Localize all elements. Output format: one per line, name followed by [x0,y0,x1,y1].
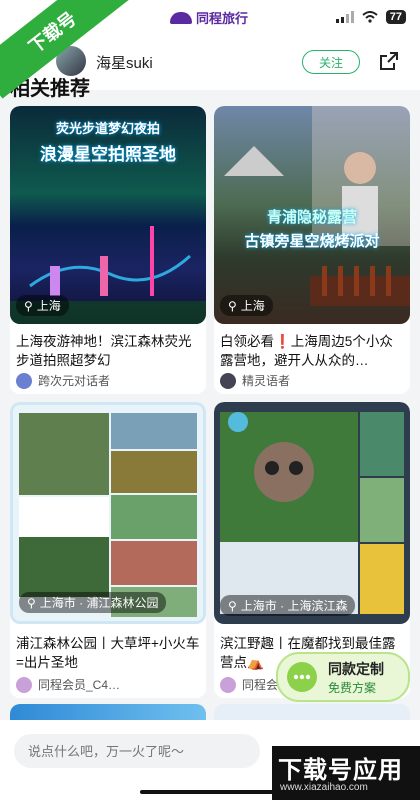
chat-bubble-icon [287,662,317,692]
location-pin-icon: ⚲ [228,298,237,313]
customize-promo-button[interactable]: 同款定制 免费方案 [276,652,410,702]
location-badge: ⚲ 上海市 · 浦江森林公园 [19,592,167,613]
share-icon[interactable] [378,50,400,72]
cover-overlay-line2: 古镇旁星空烧烤派对 [244,233,380,250]
watermark-url: www.xiazaihao.com [280,782,368,793]
brand-name: 同程旅行 [196,11,249,26]
location-badge: ⚲ 上海 [16,295,69,316]
card-cover-image: ⚲ 上海市 · 上海滨江森 [214,402,410,624]
wifi-icon [362,11,378,23]
card-author[interactable]: 同程会员_C4… [16,676,120,693]
brand: 同程旅行 [170,8,248,27]
home-indicator [140,790,280,794]
card-title: 上海夜游神地！滨江森林荧光步道拍照超梦幻 [16,334,192,368]
feed-card[interactable]: 青浦隐秘露营 古镇旁星空烧烤派对 ⚲ 上海 白领必看❗上海周边5个小众露营地，避… [214,106,410,394]
watermark-title: 下载号应用 [278,757,403,784]
battery-indicator: 77 [385,10,406,24]
promo-subtitle: 免费方案 [328,680,377,695]
watermark-bottom-right: 下载号应用 www.xiazaihao.com [272,746,420,800]
author-avatar [16,372,32,389]
author-avatar [16,676,32,693]
follow-button[interactable]: 关注 [302,50,360,74]
comment-input[interactable] [14,734,260,768]
cover-overlay-line1: 青浦隐秘露营 [266,209,357,226]
card-cover-image: 荧光步道梦幻夜拍 浪漫星空拍照圣地 ⚲ 上海 [10,106,206,324]
card-author[interactable]: 精灵语者 [220,372,290,389]
author-avatar [220,372,236,389]
location-pin-icon: ⚲ [24,298,33,313]
brand-logo-icon [170,11,192,24]
card-author[interactable]: 同程会 [220,676,278,693]
feed-card[interactable]: 荧光步道梦幻夜拍 浪漫星空拍照圣地 ⚲ 上海 上海夜游神地！滨江森林荧光步道拍照… [10,106,206,394]
feed-card[interactable]: ⚲ 上海市 · 浦江森林公园 浦江森林公园丨大草坪+小火车=出片圣地 同程会员_… [10,402,206,698]
status-indicators: 77 [335,10,406,24]
card-cover-image: ⚲ 上海市 · 浦江森林公园 [10,402,206,624]
card-title: 浦江森林公园丨大草坪+小火车=出片圣地 [16,636,200,670]
card-title: 白领必看❗上海周边5个小众露营地，避开人从众的… [220,334,393,368]
signal-icon [335,11,354,23]
card-author[interactable]: 跨次元对话者 [16,372,110,389]
location-pin-icon: ⚲ [228,598,237,613]
promo-title: 同款定制 [328,660,384,677]
location-badge: ⚲ 上海 [220,295,273,316]
cover-overlay-line1: 荧光步道梦幻夜拍 [55,121,160,136]
author-avatar [220,676,236,693]
card-cover-image: 青浦隐秘露营 古镇旁星空烧烤派对 ⚲ 上海 [214,106,410,324]
cover-overlay-line2: 浪漫星空拍照圣地 [40,145,176,164]
location-pin-icon: ⚲ [27,595,36,610]
username[interactable]: 海星suki [96,52,153,73]
location-badge: ⚲ 上海市 · 上海滨江森 [220,595,356,616]
